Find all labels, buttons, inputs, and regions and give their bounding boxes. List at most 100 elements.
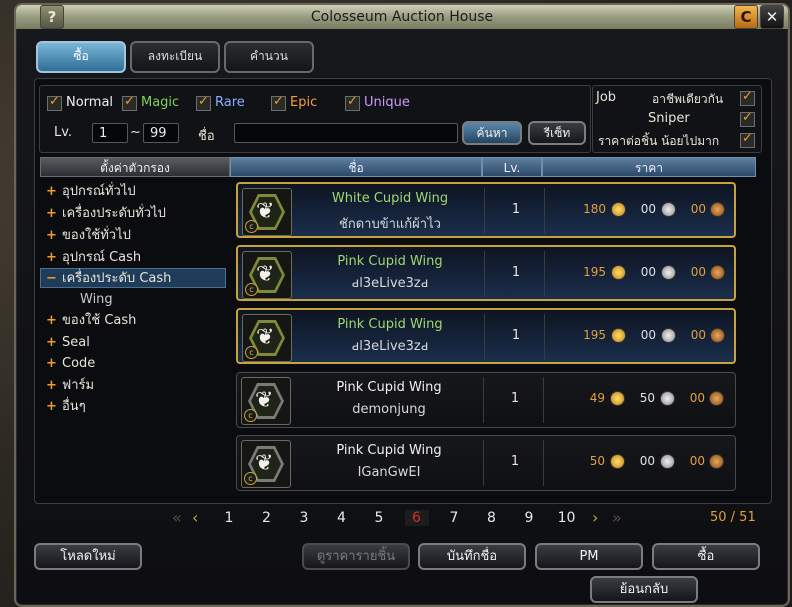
category-item[interactable]: + อุปกรณ์ Cash (46, 248, 141, 268)
grade-unique-checkbox[interactable] (345, 94, 360, 111)
silver-coin-icon (661, 202, 676, 217)
item-level: 1 (511, 328, 521, 343)
page-button[interactable]: 2 (255, 510, 279, 526)
item-level: 1 (511, 265, 521, 280)
grade-normal-checkbox[interactable] (47, 94, 62, 111)
seller-name: IGanGwEI (357, 465, 421, 480)
category-item[interactable]: + Seal (46, 333, 90, 353)
page-button[interactable]: 1 (217, 510, 241, 526)
cash-button[interactable]: C (734, 5, 758, 29)
category-label: อุปกรณ์ Cash (62, 250, 142, 265)
reload-button[interactable]: โหลดใหม่ (34, 543, 142, 570)
item-row[interactable]: ❦ c Pink Cupid Wing ԁl3eLive3zԁ 1 195 00 00 (236, 308, 736, 364)
gold-coin-icon (610, 454, 625, 469)
job-class-select[interactable]: Sniper (648, 111, 690, 126)
category-label: ฟาร์ม (62, 378, 95, 393)
price-silver: 00 (640, 202, 656, 216)
tab-register[interactable]: ลงทะเบียน (130, 41, 220, 73)
window-title: Colosseum Auction House (16, 5, 788, 29)
item-icon-slot: ❦ c (241, 377, 291, 425)
price-silver: 00 (640, 328, 656, 342)
level-min-input[interactable]: 1 (92, 123, 128, 143)
category-item[interactable]: + ของใช้ทั่วไป (46, 226, 131, 246)
sort-select[interactable]: ราคาต่อชิ้น น้อยไปมาก (598, 132, 719, 151)
category-item[interactable]: + อื่นๆ (46, 397, 86, 417)
collapse-icon: − (46, 271, 57, 286)
page-button[interactable]: 8 (480, 510, 504, 526)
close-button[interactable]: ✕ (760, 5, 784, 29)
wing-icon: ❦ (256, 325, 275, 350)
price-copper: 00 (689, 391, 705, 405)
sort-dropdown-icon[interactable] (740, 131, 755, 148)
copper-coin-icon (710, 328, 725, 343)
gold-coin-icon (611, 328, 626, 343)
grade-epic-checkbox[interactable] (271, 94, 286, 111)
job-dropdown-icon[interactable] (740, 110, 755, 127)
lv-column-header[interactable]: Lv. (482, 157, 542, 177)
pm-button[interactable]: PM (535, 543, 643, 570)
category-item[interactable]: + อุปกรณ์ทั่วไป (46, 182, 136, 202)
item-level: 1 (510, 391, 520, 406)
price-silver: 00 (640, 265, 656, 279)
buy-button[interactable]: ซื้อ (652, 543, 760, 570)
item-name: Pink Cupid Wing (336, 443, 442, 458)
next-page-icon[interactable]: › (592, 508, 598, 527)
tab-buy[interactable]: ซื้อ (36, 41, 126, 73)
column-divider (484, 314, 485, 360)
price-column-header[interactable]: ราคา (542, 157, 756, 177)
level-label: Lv. (54, 125, 73, 140)
category-item[interactable]: + ของใช้ Cash (46, 311, 136, 331)
item-row[interactable]: ❦ c White Cupid Wing ชักดาบข้าแก้ผ้าไว 1 180 0… (236, 182, 736, 238)
page-button[interactable]: 10 (555, 510, 579, 526)
first-page-icon[interactable]: « (172, 508, 182, 527)
price-copper: 00 (689, 454, 705, 468)
category-item[interactable]: + Code (46, 354, 95, 374)
item-row[interactable]: ❦ c Pink Cupid Wing IGanGwEI 1 50 00 00 (236, 435, 736, 491)
search-button[interactable]: ค้นหา (462, 121, 522, 145)
level-max-input[interactable]: 99 (143, 123, 179, 143)
item-row[interactable]: ❦ c Pink Cupid Wing demonjung 1 49 50 00 (236, 372, 736, 428)
category-label: ของใช้ Cash (62, 313, 137, 328)
page-button[interactable]: 6 (404, 510, 429, 526)
expand-icon: + (46, 228, 57, 243)
category-item[interactable]: Wing (80, 290, 113, 310)
name-search-input[interactable] (234, 123, 458, 143)
seller-name: ԁl3eLive3zԁ (351, 276, 429, 291)
item-icon-slot: ❦ c (241, 440, 291, 488)
expand-icon: + (46, 206, 57, 221)
item-name: Pink Cupid Wing (336, 380, 442, 395)
item-icon-slot: ❦ c (242, 314, 292, 362)
name-column-header[interactable]: ชื่อ (230, 157, 482, 177)
reset-button[interactable]: รีเซ็ท (528, 121, 586, 145)
result-count: 50 / 51 (710, 510, 756, 525)
item-icon-slot: ❦ c (242, 251, 292, 299)
page-button[interactable]: 3 (292, 510, 316, 526)
page-button[interactable]: 5 (367, 510, 391, 526)
grade-rare-checkbox[interactable] (196, 94, 211, 111)
prev-page-icon[interactable]: ‹ (192, 508, 198, 527)
item-name: Pink Cupid Wing (337, 317, 443, 332)
page-button[interactable]: 9 (517, 510, 541, 526)
grade-unique-label: Unique (364, 95, 410, 110)
category-header: ตั้งค่าตัวกรอง (40, 157, 230, 177)
same-job-checkbox[interactable] (740, 89, 755, 106)
tab-calculate[interactable]: คำนวน (224, 41, 314, 73)
category-label: Code (62, 356, 96, 371)
back-button[interactable]: ย้อนกลับ (590, 576, 698, 603)
category-item[interactable]: + ฟาร์ม (46, 376, 94, 396)
last-page-icon[interactable]: » (612, 508, 622, 527)
expand-icon: + (46, 356, 57, 371)
expand-icon: + (46, 335, 57, 350)
cash-item-icon: c (245, 346, 258, 359)
grade-magic-checkbox[interactable] (122, 94, 137, 111)
column-divider (484, 188, 485, 234)
category-item[interactable]: − เครื่องประดับ Cash (40, 268, 226, 288)
cash-item-icon: c (244, 472, 257, 485)
category-item[interactable]: + เครื่องประดับทั่วไป (46, 204, 166, 224)
help-button[interactable]: ? (40, 5, 64, 29)
page-button[interactable]: 4 (330, 510, 354, 526)
page-button[interactable]: 7 (442, 510, 466, 526)
grade-rare-label: Rare (215, 95, 245, 110)
item-row[interactable]: ❦ c Pink Cupid Wing ԁl3eLive3zԁ 1 195 00 00 (236, 245, 736, 301)
save-name-button[interactable]: บันทึกชื่อ (418, 543, 526, 570)
